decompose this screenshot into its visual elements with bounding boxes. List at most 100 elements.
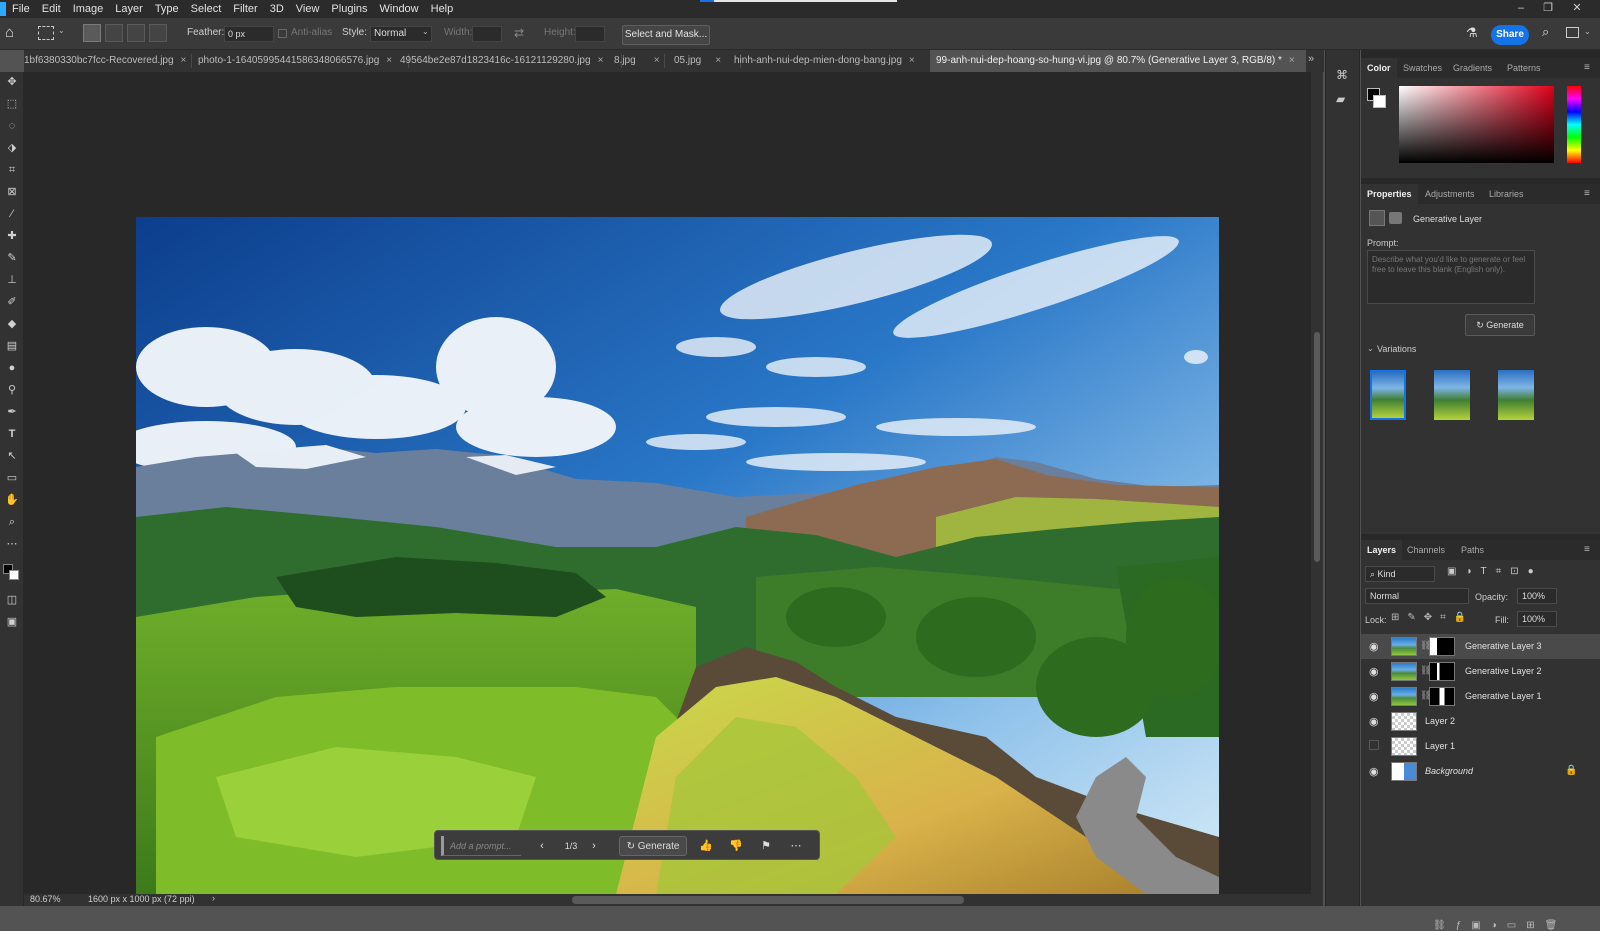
taskbar-generate-button[interactable]: ↻ Generate [619, 836, 687, 856]
tab-channels[interactable]: Channels [1407, 540, 1445, 560]
tab-layers[interactable]: Layers [1361, 540, 1403, 560]
tab-document-1[interactable]: 1bf6380330bc7fcc-Recovered.jpg × [24, 50, 189, 72]
history-panel-icon[interactable]: ⌘ [1336, 68, 1348, 82]
frame-tool-icon[interactable]: ⊠ [3, 184, 21, 200]
tab-color[interactable]: Color [1361, 58, 1397, 78]
taskbar-prompt-input[interactable]: Add a prompt... [441, 836, 521, 856]
background-color-swatch[interactable] [9, 570, 19, 580]
tab-document-6[interactable]: hinh-anh-nui-dep-mien-dong-bang.jpg × [734, 50, 946, 72]
menu-3d[interactable]: 3D [264, 0, 290, 18]
width-input[interactable] [472, 26, 502, 42]
tabs-overflow-chevron-icon[interactable]: » [1308, 53, 1314, 65]
tab-document-3[interactable]: 49564be2e87d1823416c-16121129280.jpg × [400, 50, 616, 72]
horizontal-scrollbar-thumb[interactable] [572, 896, 964, 904]
workspace-chevron-down-icon[interactable]: ⌄ [1584, 27, 1591, 36]
close-tab-icon[interactable]: × [1289, 55, 1295, 66]
close-tab-icon[interactable]: × [386, 55, 392, 66]
layer-footer-icons[interactable]: ⛓ƒ▣◑▭⊞🗑 [1433, 920, 1567, 931]
visibility-eye-icon[interactable]: ◉ [1369, 690, 1379, 703]
menu-layer[interactable]: Layer [109, 0, 149, 18]
tab-adjustments[interactable]: Adjustments [1425, 184, 1475, 204]
feather-input[interactable]: 0 px [224, 26, 274, 42]
visibility-toggle-off[interactable] [1369, 740, 1379, 750]
variation-thumbnail-2[interactable] [1434, 370, 1470, 420]
clone-stamp-tool-icon[interactable]: ⊥ [3, 272, 21, 288]
layer-mask-thumbnail[interactable] [1429, 687, 1455, 706]
layer-row-generative-1[interactable]: ◉ ⛓ Generative Layer 1 [1361, 684, 1600, 709]
tab-document-5[interactable]: 05.jpg × [674, 50, 738, 72]
variation-thumbnail-1[interactable] [1370, 370, 1406, 420]
layer-filter-kind-select[interactable]: ⌕ Kind [1365, 566, 1435, 582]
zoom-tool-icon[interactable]: ⌕ [3, 514, 21, 530]
share-button[interactable]: Share [1491, 25, 1529, 45]
status-expand-chevron-icon[interactable]: › [212, 893, 215, 903]
tab-libraries[interactable]: Libraries [1489, 184, 1524, 204]
layer-filter-icons[interactable]: ▣◑T⌗⊡● [1447, 566, 1543, 577]
more-tools-icon[interactable]: ⋯ [3, 536, 21, 552]
color-picker-field[interactable] [1399, 86, 1554, 163]
menu-view[interactable]: View [290, 0, 326, 18]
layer-row-layer-2[interactable]: ◉ Layer 2 [1361, 709, 1600, 734]
variation-thumbnail-3[interactable] [1498, 370, 1534, 420]
search-icon[interactable]: ⌕ [1542, 24, 1549, 40]
panel-menu-icon[interactable]: ≡ [1584, 544, 1594, 555]
flask-icon[interactable]: ⚗ [1466, 25, 1478, 41]
next-variation-chevron-icon[interactable]: › [587, 836, 601, 856]
tab-document-active[interactable]: 99-anh-nui-dep-hoang-so-hung-vi.jpg @ 80… [930, 50, 1306, 72]
flag-icon[interactable]: ⚑ [757, 836, 775, 856]
height-input[interactable] [575, 26, 605, 42]
canvas-vertical-scrollbar[interactable] [1311, 72, 1323, 894]
brush-tool-icon[interactable]: ✎ [3, 250, 21, 266]
menu-edit[interactable]: Edit [36, 0, 67, 18]
close-tab-icon[interactable]: × [715, 55, 721, 66]
layer-row-background[interactable]: ◉ Background 🔒 [1361, 759, 1600, 784]
preset-chevron-down-icon[interactable]: ⌄ [58, 26, 65, 35]
menu-window[interactable]: Window [374, 0, 425, 18]
pen-tool-icon[interactable]: ✒ [3, 404, 21, 420]
quick-mask-icon[interactable]: ◫ [3, 592, 21, 608]
comments-panel-icon[interactable]: ▰ [1336, 92, 1345, 106]
previous-variation-chevron-icon[interactable]: ‹ [535, 836, 549, 856]
menu-type[interactable]: Type [149, 0, 185, 18]
add-to-selection-button[interactable] [105, 24, 123, 42]
tab-patterns[interactable]: Patterns [1507, 58, 1541, 78]
visibility-eye-icon[interactable]: ◉ [1369, 765, 1379, 778]
menu-help[interactable]: Help [425, 0, 460, 18]
fill-input[interactable]: 100% [1517, 611, 1557, 627]
lock-icon[interactable]: 🔒 [1565, 765, 1577, 776]
workspace-icon[interactable] [1566, 27, 1579, 38]
layer-row-generative-2[interactable]: ◉ ⛓ Generative Layer 2 [1361, 659, 1600, 684]
visibility-eye-icon[interactable]: ◉ [1369, 665, 1379, 678]
eraser-tool-icon[interactable]: ◆ [3, 316, 21, 332]
close-tab-icon[interactable]: × [909, 55, 915, 66]
path-selection-tool-icon[interactable]: ↖ [3, 448, 21, 464]
zoom-level[interactable]: 80.67% [30, 894, 61, 904]
opacity-input[interactable]: 100% [1517, 588, 1557, 604]
swap-arrows-icon[interactable]: ⇄ [514, 26, 524, 40]
panel-menu-icon[interactable]: ≡ [1584, 62, 1594, 73]
close-window-button[interactable]: ✕ [1562, 0, 1592, 18]
screen-mode-icon[interactable]: ▣ [3, 614, 21, 630]
visibility-eye-icon[interactable]: ◉ [1369, 715, 1379, 728]
object-selection-tool-icon[interactable]: ⬗ [3, 140, 21, 156]
more-options-icon[interactable]: ⋯ [787, 836, 805, 856]
background-color-swatch[interactable] [1373, 95, 1386, 108]
layer-mask-thumbnail[interactable] [1429, 662, 1455, 681]
antialias-checkbox[interactable] [278, 29, 287, 38]
blur-tool-icon[interactable]: ● [3, 360, 21, 376]
panel-menu-icon[interactable]: ≡ [1584, 188, 1594, 199]
blend-mode-select[interactable]: Normal [1365, 588, 1469, 604]
hue-slider[interactable] [1567, 86, 1581, 163]
layer-row-generative-3[interactable]: ◉ ⛓ Generative Layer 3 [1361, 634, 1600, 659]
lock-icons[interactable]: ⊞✎✥⌗🔒 [1391, 612, 1474, 623]
prompt-textarea[interactable]: Describe what you'd like to generate or … [1367, 250, 1535, 304]
intersect-selection-button[interactable] [149, 24, 167, 42]
hand-tool-icon[interactable]: ✋ [3, 492, 21, 508]
tab-swatches[interactable]: Swatches [1403, 58, 1442, 78]
menu-select[interactable]: Select [185, 0, 228, 18]
close-tab-icon[interactable]: × [181, 55, 187, 66]
generate-button[interactable]: ↻ Generate [1465, 314, 1535, 336]
canvas-area[interactable] [24, 72, 1311, 894]
lasso-tool-icon[interactable]: ◌ [3, 118, 21, 134]
dodge-tool-icon[interactable]: ⚲ [3, 382, 21, 398]
